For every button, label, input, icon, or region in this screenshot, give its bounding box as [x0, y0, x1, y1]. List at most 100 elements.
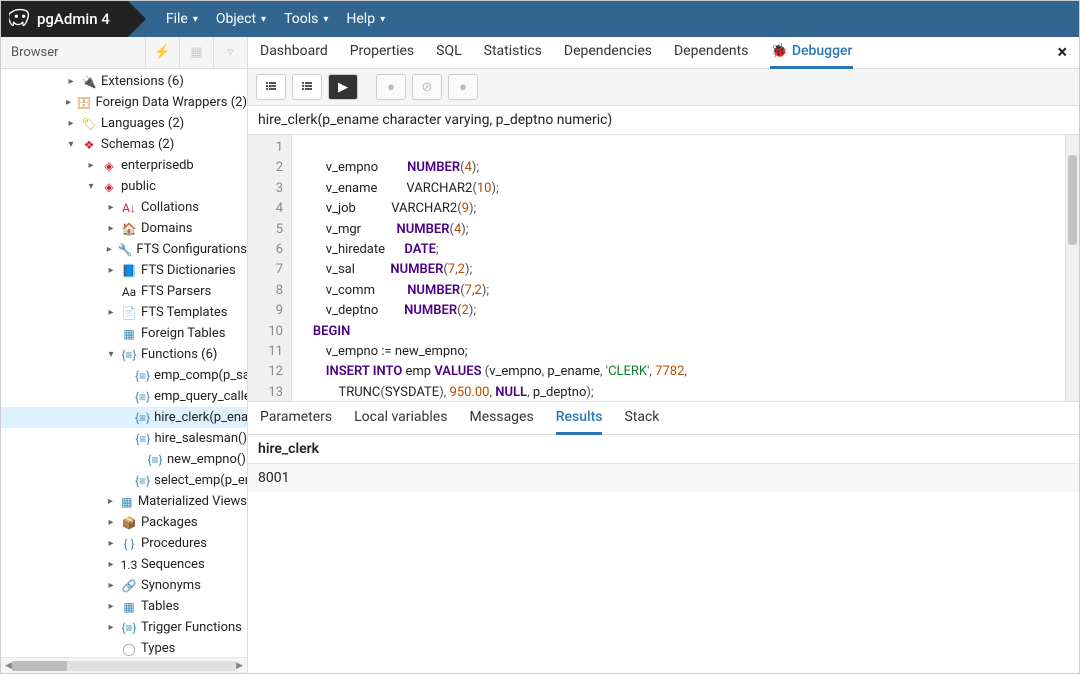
tree-caret-icon[interactable]: ▸	[105, 202, 117, 213]
tree-item[interactable]: ▸ ▦ Tables	[1, 596, 247, 617]
tree-item[interactable]: ▸🔧FTS Configurations	[1, 239, 247, 260]
tree-caret-icon[interactable]: ▸	[105, 580, 117, 591]
close-tab-button[interactable]: ×	[1057, 42, 1067, 63]
tree-node-icon: {≡}	[121, 347, 137, 363]
tree-caret-icon[interactable]: ▾	[65, 139, 77, 150]
tree-node-label: Schemas (2)	[101, 137, 174, 152]
tree-node-icon: ▦	[121, 326, 137, 342]
tree-node-label: Languages (2)	[101, 116, 184, 131]
tree-caret-icon[interactable]: ▸	[65, 118, 77, 129]
tree-caret-icon[interactable]: ▸	[85, 160, 97, 171]
tree-node-label: emp_query_caller()	[154, 389, 247, 404]
menu-file[interactable]: File	[166, 11, 198, 27]
browser-sidebar: Browser ⚡ ▦ ▿ ▸🔌Extensions (6)▸🗄Foreign …	[1, 37, 248, 673]
subtab-local-variables[interactable]: Local variables	[354, 401, 447, 435]
tree-item[interactable]: ▸📄FTS Templates	[1, 302, 247, 323]
tab-dashboard[interactable]: Dashboard	[260, 37, 328, 69]
step-over-button[interactable]	[292, 74, 322, 100]
tree-caret-icon[interactable]: ▸	[65, 97, 72, 108]
tab-dependencies[interactable]: Dependencies	[564, 37, 652, 69]
tab-dependents[interactable]: Dependents	[674, 37, 748, 69]
tree-item[interactable]: ▸📦Packages	[1, 512, 247, 533]
sidebar-horizontal-scrollbar[interactable]: ◀ ▶	[1, 657, 247, 673]
tree-item[interactable]: {≡}emp_query_caller()	[1, 386, 247, 407]
tab-debugger[interactable]: 🐞Debugger	[770, 37, 852, 69]
tree-node-label: emp_comp(p_sal numeric)	[154, 368, 247, 383]
tree-item[interactable]: ▸🗄Foreign Data Wrappers (2)	[1, 92, 247, 113]
tab-properties[interactable]: Properties	[350, 37, 414, 69]
tree-item[interactable]: ▸🔌Extensions (6)	[1, 71, 247, 92]
tree-item[interactable]: ▾◈public	[1, 176, 247, 197]
tree-item[interactable]: ▸{ }Procedures	[1, 533, 247, 554]
tree-item[interactable]: ▾{≡}Functions (6)	[1, 344, 247, 365]
tree-caret-icon[interactable]: ▸	[105, 622, 117, 633]
tree-caret-icon[interactable]: ▸	[105, 244, 113, 255]
tree-item[interactable]: ◯Types	[1, 638, 247, 657]
top-menubar: pgAdmin 4 File Object Tools Help	[1, 1, 1079, 37]
tree-caret-icon[interactable]: ▸	[105, 223, 117, 234]
tree-node-label: Domains	[141, 221, 192, 236]
continue-button[interactable]: ▶	[328, 74, 358, 100]
tree-caret-icon[interactable]: ▸	[105, 601, 117, 612]
tree-node-icon: 🏷	[81, 116, 97, 132]
subtab-stack[interactable]: Stack	[624, 401, 659, 435]
tree-item[interactable]: ▸ 🏷 Languages (2)	[1, 113, 247, 134]
tree-item[interactable]: {≡}hire_clerk(p_ename)	[1, 407, 247, 428]
tab-statistics[interactable]: Statistics	[484, 37, 542, 69]
tree-item[interactable]: {≡}emp_comp(p_sal numeric)	[1, 365, 247, 386]
menu-object[interactable]: Object	[216, 11, 266, 27]
step-into-button[interactable]	[256, 74, 286, 100]
tree-caret-icon[interactable]: ▸	[105, 517, 117, 528]
tree-caret-icon[interactable]: ▸	[105, 559, 117, 570]
tree-caret-icon[interactable]: ▸	[105, 307, 117, 318]
tree-caret-icon[interactable]: ▸	[105, 538, 117, 549]
query-tool-button[interactable]: ⚡	[145, 37, 179, 69]
tree-caret-icon[interactable]: ▸	[65, 76, 77, 87]
tree-node-icon: 1.3	[121, 557, 137, 573]
view-data-button[interactable]: ▦	[179, 37, 213, 69]
tree-node-icon: 🗄	[76, 95, 91, 111]
menu-help[interactable]: Help	[346, 11, 385, 27]
tree-node-label: hire_salesman()	[154, 431, 247, 446]
tree-caret-icon[interactable]: ▾	[105, 349, 117, 360]
tree-item[interactable]: {≡}select_emp(p_empno)	[1, 470, 247, 491]
tree-node-icon: {≡}	[147, 452, 163, 468]
tree-node-label: Tables	[141, 599, 179, 614]
tree-node-icon: ◈	[101, 179, 117, 195]
results-panel: hire_clerk 8001	[248, 435, 1079, 492]
tree-item[interactable]: ▸▦Materialized Views	[1, 491, 247, 512]
filter-button[interactable]: ▿	[213, 37, 247, 69]
subtab-messages[interactable]: Messages	[469, 401, 533, 435]
tree-item[interactable]: ▸◈enterprisedb	[1, 155, 247, 176]
tree-item[interactable]: ▾❖Schemas (2)	[1, 134, 247, 155]
tree-item[interactable]: ▸1.3Sequences	[1, 554, 247, 575]
results-column-header: hire_clerk	[248, 435, 1079, 464]
tree-caret-icon[interactable]: ▸	[105, 265, 117, 276]
subtab-parameters[interactable]: Parameters	[260, 401, 332, 435]
tree-item[interactable]: ▦Foreign Tables	[1, 323, 247, 344]
tree-item[interactable]: ▸📘FTS Dictionaries	[1, 260, 247, 281]
tree-item[interactable]: ▸🏠Domains	[1, 218, 247, 239]
menu-tools[interactable]: Tools	[284, 11, 328, 27]
tree-item[interactable]: AaFTS Parsers	[1, 281, 247, 302]
tree-item[interactable]: ▸A↓Collations	[1, 197, 247, 218]
stop-button[interactable]: ●	[448, 74, 478, 100]
tree-item[interactable]: {≡}new_empno()	[1, 449, 247, 470]
tree-item[interactable]: ▸{≡}Trigger Functions	[1, 617, 247, 638]
tree-node-icon: {≡}	[135, 473, 150, 489]
tree-node-label: FTS Dictionaries	[141, 263, 236, 278]
clear-breakpoints-button[interactable]: ⊘	[412, 74, 442, 100]
tree-item[interactable]: ▸🔗Synonyms	[1, 575, 247, 596]
tree-node-icon: {≡}	[135, 410, 150, 426]
toggle-breakpoint-button[interactable]: ●	[376, 74, 406, 100]
tree-node-icon: ▦	[121, 599, 137, 615]
tree-node-icon: {≡}	[135, 431, 150, 447]
subtab-results[interactable]: Results	[556, 401, 603, 435]
object-tree[interactable]: ▸🔌Extensions (6)▸🗄Foreign Data Wrappers …	[1, 69, 247, 657]
code-editor[interactable]: v_empno NUMBER(4); v_ename VARCHAR2(10);…	[292, 135, 1065, 401]
tree-caret-icon[interactable]: ▸	[105, 496, 116, 507]
tab-sql[interactable]: SQL	[436, 37, 461, 69]
editor-vertical-scrollbar[interactable]	[1065, 135, 1079, 401]
tree-item[interactable]: {≡} hire_salesman()	[1, 428, 247, 449]
tree-caret-icon[interactable]: ▾	[85, 181, 97, 192]
